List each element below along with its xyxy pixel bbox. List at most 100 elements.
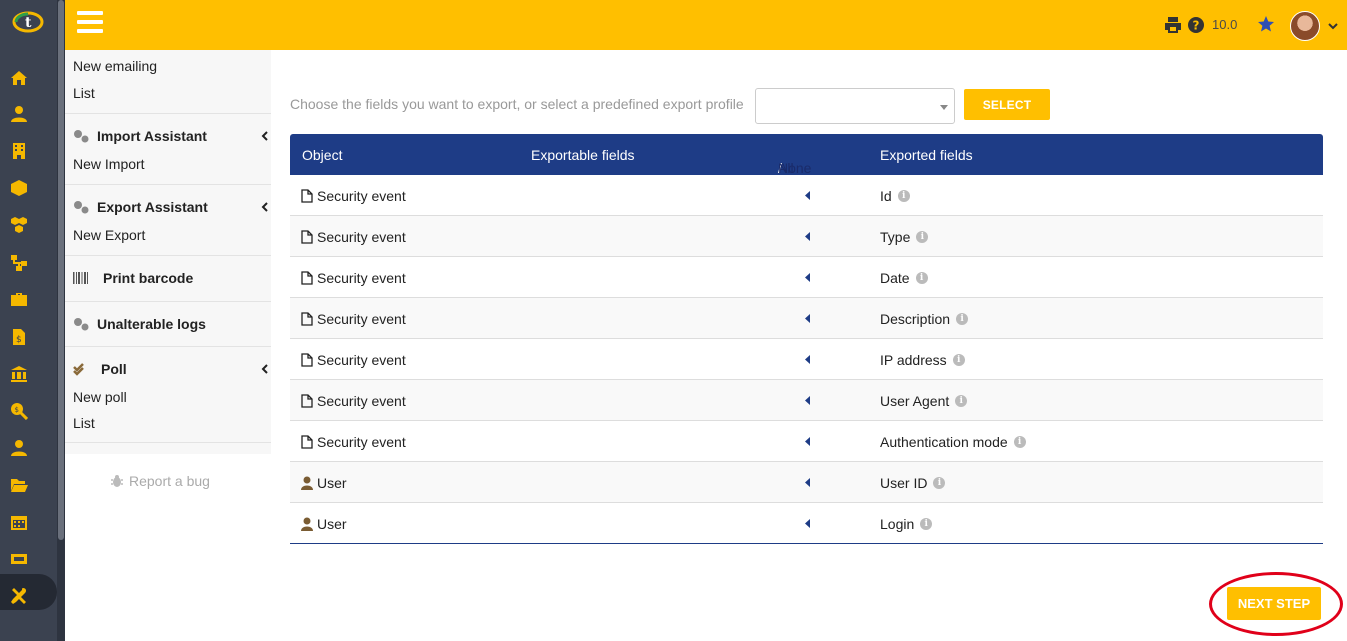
bank-icon[interactable] bbox=[8, 363, 30, 385]
move-left-arrow-icon[interactable] bbox=[805, 273, 811, 282]
file-icon bbox=[301, 394, 313, 408]
info-icon[interactable]: i bbox=[952, 354, 965, 366]
search-dollar-icon[interactable]: $ bbox=[8, 400, 30, 422]
exported-field-name: User ID bbox=[880, 475, 928, 491]
info-icon[interactable]: i bbox=[956, 313, 969, 325]
exported-field-cell[interactable]: IP address i bbox=[880, 352, 965, 368]
sidemenu-link-new-export[interactable]: New Export bbox=[73, 227, 145, 243]
select-none-link[interactable]: None bbox=[778, 160, 811, 176]
export-profile-select[interactable] bbox=[755, 88, 955, 124]
rail-scrollbar-thumb[interactable] bbox=[58, 0, 64, 540]
gears-icon bbox=[74, 130, 89, 143]
sidemenu-link-poll-list[interactable]: List bbox=[73, 415, 95, 431]
user-icon bbox=[301, 517, 313, 531]
user-icon bbox=[301, 476, 313, 490]
user-tie-icon[interactable] bbox=[8, 437, 30, 459]
info-icon[interactable]: i bbox=[915, 272, 928, 284]
gears-icon bbox=[74, 318, 89, 331]
exported-field-cell[interactable]: Login i bbox=[880, 516, 933, 532]
exported-field-cell[interactable]: Authentication mode i bbox=[880, 434, 1026, 450]
sidemenu-link-list[interactable]: List bbox=[73, 85, 95, 101]
exported-field-cell[interactable]: User Agent i bbox=[880, 393, 968, 409]
app-logo[interactable]: t bbox=[12, 8, 44, 34]
exported-field-cell[interactable]: Type i bbox=[880, 229, 929, 245]
top-bar: ? 10.0 bbox=[65, 0, 1347, 50]
move-left-arrow-icon[interactable] bbox=[805, 314, 811, 323]
info-icon[interactable]: i bbox=[955, 395, 968, 407]
network-icon[interactable] bbox=[8, 252, 30, 274]
sidemenu-link-new-import[interactable]: New Import bbox=[73, 156, 145, 172]
sidemenu-title-unalterable-logs[interactable]: Unalterable logs bbox=[73, 316, 206, 332]
object-cell: Security event bbox=[301, 229, 406, 245]
version-label: 10.0 bbox=[1212, 17, 1238, 32]
sidemenu-title-import-assistant[interactable]: Import Assistant bbox=[73, 128, 207, 144]
report-bug-link[interactable]: Report a bug bbox=[110, 473, 210, 489]
object-name: Security event bbox=[317, 352, 406, 368]
user-icon[interactable] bbox=[8, 103, 30, 125]
move-left-arrow-icon[interactable] bbox=[805, 355, 811, 364]
move-left-arrow-icon[interactable] bbox=[805, 437, 811, 446]
folder-open-icon[interactable] bbox=[8, 474, 30, 496]
object-name: Security event bbox=[317, 311, 406, 327]
ticket-icon[interactable] bbox=[8, 548, 30, 570]
info-icon[interactable]: i bbox=[1013, 436, 1026, 448]
sidemenu-link-new-poll[interactable]: New poll bbox=[73, 389, 127, 405]
sidemenu-title-print-barcode[interactable]: Print barcode bbox=[73, 270, 193, 286]
exported-field-name: Id bbox=[880, 188, 892, 204]
move-left-arrow-icon[interactable] bbox=[805, 478, 811, 487]
sidemenu-title-export-assistant[interactable]: Export Assistant bbox=[73, 199, 208, 215]
table-row: Security event Type i bbox=[290, 216, 1323, 257]
header-exported-fields: Exported fields bbox=[880, 147, 973, 163]
select-button[interactable]: SELECT bbox=[964, 89, 1050, 120]
info-icon[interactable]: i bbox=[933, 477, 946, 489]
move-left-arrow-icon[interactable] bbox=[805, 396, 811, 405]
chevron-left-icon[interactable] bbox=[261, 364, 269, 374]
svg-text:t: t bbox=[25, 15, 32, 31]
file-icon bbox=[301, 189, 313, 203]
star-icon[interactable] bbox=[1257, 15, 1275, 33]
avatar[interactable] bbox=[1290, 11, 1320, 41]
object-name: Security event bbox=[317, 229, 406, 245]
table-header: Object Exportable fields All / None Expo… bbox=[290, 134, 1323, 176]
move-left-arrow-icon[interactable] bbox=[805, 191, 811, 200]
home-icon[interactable] bbox=[8, 67, 30, 89]
report-bug-label: Report a bug bbox=[129, 473, 210, 489]
building-icon[interactable] bbox=[8, 140, 30, 162]
object-name: Security event bbox=[317, 434, 406, 450]
chevron-left-icon[interactable] bbox=[261, 131, 269, 141]
tools-icon[interactable] bbox=[8, 585, 30, 607]
object-cell: Security event bbox=[301, 434, 406, 450]
invoice-icon[interactable]: $ bbox=[8, 326, 30, 348]
info-icon[interactable]: i bbox=[897, 190, 910, 202]
move-left-arrow-icon[interactable] bbox=[805, 232, 811, 241]
calendar-icon[interactable] bbox=[8, 511, 30, 533]
chevron-left-icon[interactable] bbox=[261, 202, 269, 212]
move-left-arrow-icon[interactable] bbox=[805, 519, 811, 528]
sidemenu-title-poll[interactable]: Poll bbox=[73, 361, 127, 377]
table-row: Security event User Agent i bbox=[290, 380, 1323, 421]
exported-field-cell[interactable]: User ID i bbox=[880, 475, 946, 491]
info-icon[interactable]: i bbox=[916, 231, 929, 243]
briefcase-icon[interactable] bbox=[8, 288, 30, 310]
exported-field-cell[interactable]: Date i bbox=[880, 270, 928, 286]
caret-down-icon bbox=[940, 105, 948, 110]
object-name: Security event bbox=[317, 188, 406, 204]
exported-field-cell[interactable]: Id i bbox=[880, 188, 910, 204]
exported-field-cell[interactable]: Description i bbox=[880, 311, 969, 327]
cube-icon[interactable] bbox=[8, 177, 30, 199]
cubes-icon[interactable] bbox=[8, 214, 30, 236]
exported-field-name: User Agent bbox=[880, 393, 950, 409]
file-icon bbox=[301, 230, 313, 244]
gears-icon bbox=[74, 201, 89, 214]
hamburger-menu-icon[interactable] bbox=[77, 11, 103, 33]
sidemenu-title-label: Print barcode bbox=[103, 270, 194, 286]
next-step-button[interactable]: NEXT STEP bbox=[1227, 587, 1321, 620]
chevron-down-icon[interactable] bbox=[1327, 20, 1339, 32]
file-icon bbox=[301, 353, 313, 367]
object-cell: Security event bbox=[301, 188, 406, 204]
sidemenu-link-new-emailing[interactable]: New emailing bbox=[73, 58, 157, 74]
help-icon[interactable]: ? bbox=[1187, 16, 1205, 34]
divider bbox=[65, 442, 271, 443]
print-icon[interactable] bbox=[1164, 16, 1182, 34]
info-icon[interactable]: i bbox=[920, 518, 933, 530]
